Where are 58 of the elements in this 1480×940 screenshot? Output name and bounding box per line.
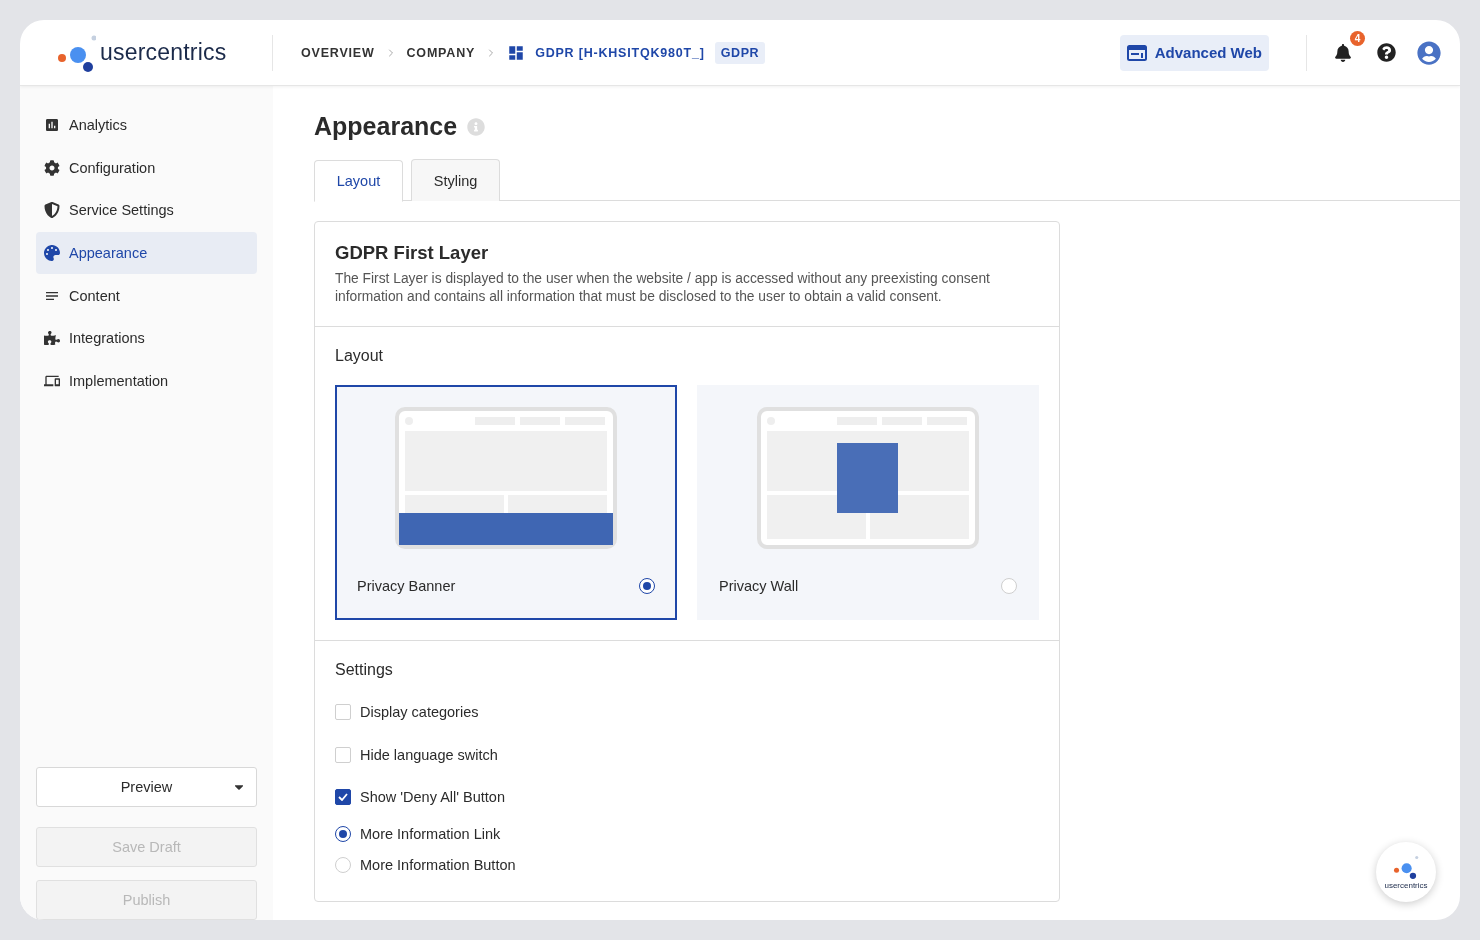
logo-icon xyxy=(1392,854,1420,879)
card-title: GDPR First Layer xyxy=(335,242,490,264)
radio-button[interactable] xyxy=(639,578,655,594)
tab[interactable]: Layout xyxy=(314,160,403,202)
radio-label: More Information Link xyxy=(360,826,501,842)
section-heading: Settings xyxy=(335,661,394,679)
sidebar-item[interactable]: Appearance xyxy=(36,231,257,275)
help-button[interactable] xyxy=(1374,40,1398,65)
notification-count: 4 xyxy=(1350,30,1365,46)
avatar-icon xyxy=(1417,40,1441,65)
tab[interactable]: Styling xyxy=(411,159,500,201)
sidebar-label: Analytics xyxy=(69,117,128,134)
chat-launcher-button[interactable]: usercentrics xyxy=(1376,842,1436,902)
sidebar-item[interactable]: Service Settings xyxy=(36,189,257,232)
sidebar-item[interactable]: Content xyxy=(36,274,257,317)
dashboard-icon xyxy=(507,43,526,62)
breadcrumb-link[interactable]: GDPR [H-KHSITQK980T_] xyxy=(535,45,705,60)
check-icon xyxy=(338,793,348,802)
chart-icon xyxy=(44,117,60,134)
breadcrumb-link[interactable]: OVERVIEW xyxy=(301,45,375,60)
sidebar-label: Appearance xyxy=(69,245,148,262)
sidebar-label: Implementation xyxy=(69,372,169,389)
bell-icon xyxy=(1334,43,1352,62)
sidebar-item[interactable]: Configuration xyxy=(36,146,257,190)
sidebar-item[interactable]: Implementation xyxy=(36,359,257,403)
logo-text: usercentrics xyxy=(100,39,227,66)
layout-option[interactable]: Privacy Banner xyxy=(335,385,677,620)
breadcrumb-link[interactable]: COMPANY xyxy=(406,45,476,60)
logo-icon xyxy=(58,33,96,72)
help-icon xyxy=(1376,43,1396,62)
palette-icon xyxy=(44,245,60,262)
preview-button[interactable]: Preview xyxy=(36,767,257,807)
window-icon xyxy=(1126,44,1147,61)
card-description: The First Layer is displayed to the user when the website / app is accessed without any preexisting consent information and contains all information that must be disclosed to the user to obtain a valid consent. xyxy=(335,270,991,306)
puzzle-icon xyxy=(44,330,60,347)
sidebar-label: Configuration xyxy=(69,159,156,176)
section-heading: Layout xyxy=(335,347,385,365)
checkbox-label: Hide language switch xyxy=(360,746,498,763)
account-button[interactable] xyxy=(1417,40,1441,65)
breadcrumb-tag: GDPR xyxy=(714,41,766,64)
sidebar-item[interactable]: Analytics xyxy=(36,104,257,147)
radio-label: More Information Button xyxy=(360,857,516,873)
checkbox-label: Display categories xyxy=(360,704,479,721)
logo-text: usercentrics xyxy=(1384,880,1428,890)
option-label: Privacy Wall xyxy=(719,578,799,594)
plan-button[interactable]: Advanced Web xyxy=(1119,34,1269,71)
settings-icon xyxy=(44,159,60,176)
page-title: Appearance xyxy=(314,112,458,141)
radio-button[interactable] xyxy=(335,826,351,842)
shield-icon xyxy=(44,202,60,219)
layout-option[interactable]: Privacy Wall xyxy=(697,385,1039,620)
sidebar-item[interactable]: Integrations xyxy=(36,316,257,360)
checkbox[interactable] xyxy=(335,789,351,806)
checkbox-label: Show 'Deny All' Button xyxy=(360,789,505,806)
sidebar-label: Integrations xyxy=(69,330,145,347)
sidebar-label: Content xyxy=(69,287,120,304)
sidebar-label: Service Settings xyxy=(69,202,174,219)
option-label: Privacy Banner xyxy=(357,578,456,594)
